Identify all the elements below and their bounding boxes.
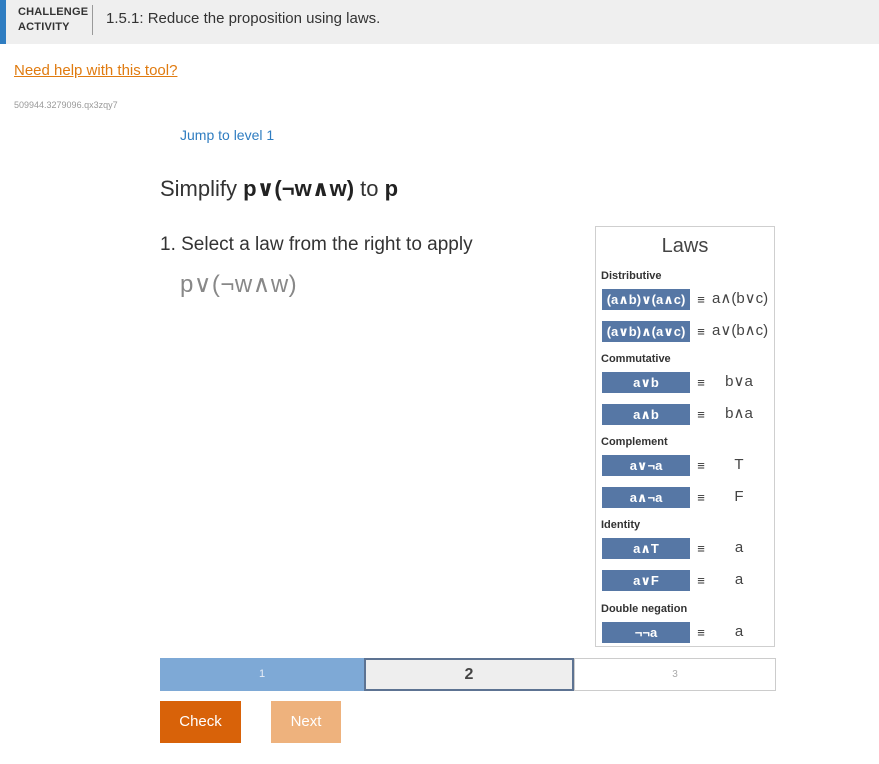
law-result-complement-1[interactable]: T (708, 454, 770, 475)
equiv-symbol: ≡ (697, 292, 705, 307)
header-divider (92, 5, 93, 35)
equiv-symbol: ≡ (697, 573, 705, 588)
law-button-identity-1[interactable]: a∧T (602, 538, 690, 559)
header-accent-bar (0, 0, 6, 44)
activity-header: CHALLENGE ACTIVITY 1.5.1: Reduce the pro… (0, 0, 879, 44)
law-category-double-negation: Double negation (601, 603, 688, 615)
activity-title: 1.5.1: Reduce the proposition using laws… (106, 10, 381, 27)
law-button-identity-2[interactable]: a∨F (602, 570, 690, 591)
law-result-identity-1[interactable]: a (708, 537, 770, 558)
equiv-symbol: ≡ (697, 625, 705, 640)
level-3-segment[interactable]: 3 (574, 658, 776, 691)
step-instruction: 1. Select a law from the right to apply (160, 234, 473, 255)
help-link[interactable]: Need help with this tool? (14, 62, 177, 79)
equiv-symbol: ≡ (697, 458, 705, 473)
activity-id: 509944.3279096.qx3zqy7 (14, 100, 118, 110)
current-expression[interactable]: p∨(¬w∧w) (180, 270, 297, 299)
laws-panel: Laws Distributive (a∧b)∨(a∧c) ≡ a∧(b∨c) … (595, 226, 775, 647)
law-category-identity: Identity (601, 519, 641, 531)
level-1-segment[interactable]: 1 (160, 658, 364, 691)
check-button[interactable]: Check (160, 701, 241, 743)
law-category-distributive: Distributive (601, 270, 662, 282)
equiv-symbol: ≡ (697, 324, 705, 339)
law-button-commutative-1[interactable]: a∨b (602, 372, 690, 393)
law-result-identity-2[interactable]: a (708, 569, 770, 590)
equiv-symbol: ≡ (697, 541, 705, 556)
equiv-symbol: ≡ (697, 407, 705, 422)
problem-prompt: Simplify p∨(¬w∧w) to p (160, 176, 398, 202)
law-button-complement-2[interactable]: a∧¬a (602, 487, 690, 508)
law-category-complement: Complement (601, 436, 668, 448)
level-progress-bar: 1 2 3 (160, 658, 776, 691)
law-result-commutative-2[interactable]: b∧a (708, 403, 770, 424)
law-result-distributive-2[interactable]: a∨(b∧c) (708, 320, 774, 341)
header-label-line1: CHALLENGE (18, 6, 89, 18)
law-button-distributive-2[interactable]: (a∨b)∧(a∨c) (602, 321, 690, 342)
equiv-symbol: ≡ (697, 490, 705, 505)
law-result-distributive-1[interactable]: a∧(b∨c) (708, 288, 774, 309)
prompt-prefix: Simplify (160, 176, 244, 201)
challenge-activity-label: CHALLENGE ACTIVITY (18, 5, 88, 35)
laws-title: Laws (661, 235, 709, 257)
equiv-symbol: ≡ (697, 375, 705, 390)
law-result-complement-2[interactable]: F (708, 486, 770, 507)
prompt-middle: to (354, 176, 385, 201)
law-button-double-negation-1[interactable]: ¬¬a (602, 622, 690, 643)
law-category-commutative: Commutative (601, 353, 671, 365)
law-button-commutative-2[interactable]: a∧b (602, 404, 690, 425)
jump-to-level-link[interactable]: Jump to level 1 (180, 127, 274, 143)
prompt-from-expression: p∨(¬w∧w) (243, 176, 355, 201)
next-button[interactable]: Next (271, 701, 341, 743)
law-button-complement-1[interactable]: a∨¬a (602, 455, 690, 476)
header-label-line2: ACTIVITY (18, 21, 70, 33)
level-2-segment[interactable]: 2 (364, 658, 574, 691)
prompt-to-expression: p (384, 176, 399, 201)
law-result-double-negation-1[interactable]: a (708, 621, 770, 642)
law-result-commutative-1[interactable]: b∨a (708, 371, 770, 392)
law-button-distributive-1[interactable]: (a∧b)∨(a∧c) (602, 289, 690, 310)
